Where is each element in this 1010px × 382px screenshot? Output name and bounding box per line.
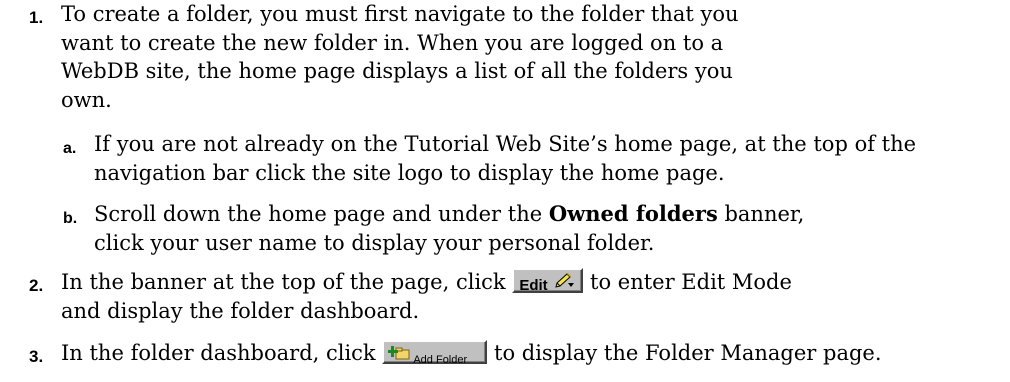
step-text: To create a folder, you must first navig…	[61, 2, 739, 112]
step-text: In the folder dashboard, click Add Folde…	[61, 340, 882, 366]
step-number: 3.	[29, 347, 44, 366]
substep-text: Scroll down the home page and under the …	[94, 201, 805, 255]
pencil-icon	[555, 273, 575, 288]
substep-letter: a.	[63, 140, 77, 157]
instruction-document: 1. To create a folder, you must first na…	[0, 0, 1010, 382]
edit-button-image: Edit	[512, 268, 584, 294]
substep-text: If you are not already on the Tutorial W…	[94, 132, 917, 185]
substep-letter: b.	[63, 210, 78, 227]
add-folder-icon	[388, 346, 410, 360]
owned-folders-label: Owned folders	[548, 201, 718, 226]
add-folder-button-image: Add Folder	[382, 340, 488, 366]
step-number: 2.	[29, 276, 44, 295]
step-text: In the banner at the top of the page, cl…	[61, 268, 792, 323]
step-number: 1.	[29, 8, 44, 27]
